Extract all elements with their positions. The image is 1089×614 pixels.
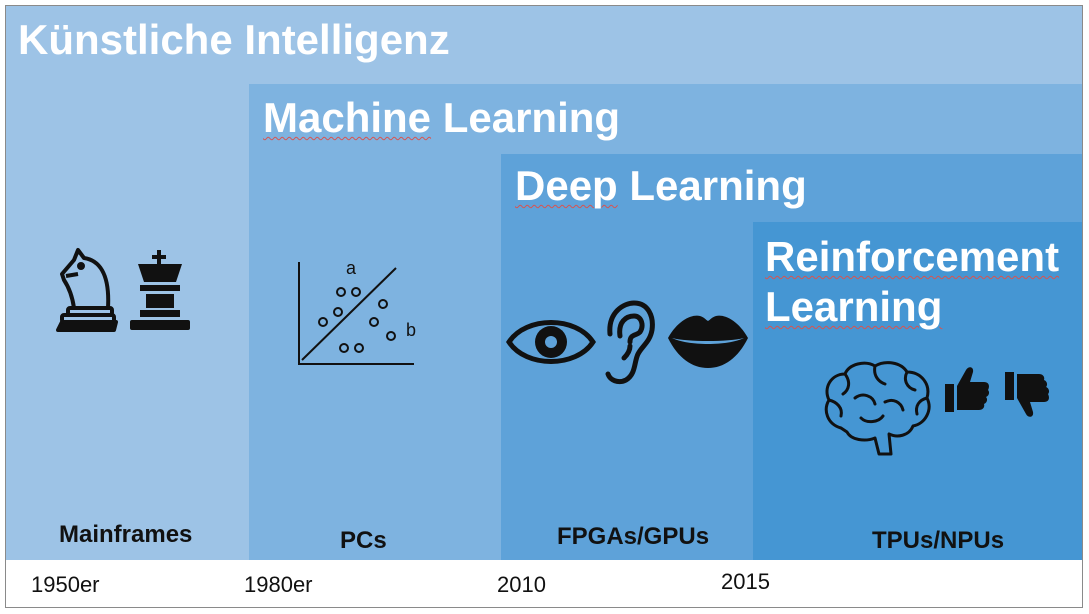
scatter-label-b: b <box>406 320 416 340</box>
timeline-year-1950er: 1950er <box>31 572 100 597</box>
chess-knight-icon <box>56 248 118 332</box>
diagram-frame: Künstliche Intelligenz Machine Learning … <box>5 5 1083 608</box>
brain-icon <box>824 361 931 456</box>
hardware-label-fpgas-gpus: FPGAs/GPUs <box>557 523 710 550</box>
timeline-year-2015: 2015 <box>721 569 770 594</box>
layer-title-dl: Deep Learning <box>515 162 807 210</box>
scatter-plot-icon: a b <box>298 258 416 365</box>
scatter-label-a: a <box>346 258 357 278</box>
timeline-year-2010: 2010 <box>497 572 546 597</box>
chess-king-icon <box>130 250 190 330</box>
layer-title-ki: Künstliche Intelligenz <box>18 16 450 63</box>
ear-icon <box>605 300 655 385</box>
timeline-year-1980er: 1980er <box>244 572 313 597</box>
layer-title-dl-part2: Learning <box>617 162 807 209</box>
layer-title-ml-part1: Machine <box>263 94 432 141</box>
layer-title-dl-part1: Deep <box>515 162 618 209</box>
hardware-label-tpus-npus: TPUs/NPUs <box>872 527 1005 554</box>
layer-title-rl-line1: Reinforcement <box>765 233 1060 280</box>
layer-title-ml: Machine Learning <box>263 94 620 142</box>
eye-icon <box>506 320 596 364</box>
hardware-label-mainframes: Mainframes <box>59 521 193 548</box>
thumbs-up-icon <box>945 367 990 412</box>
layer-title-ml-part2: Learning <box>431 94 621 141</box>
lips-icon <box>668 315 748 368</box>
hardware-label-pcs: PCs <box>340 527 387 554</box>
layer-title-rl: Reinforcement Learning <box>765 232 1075 332</box>
layer-title-rl-line2: Learning <box>765 283 943 330</box>
thumbs-down-icon <box>1005 372 1050 417</box>
